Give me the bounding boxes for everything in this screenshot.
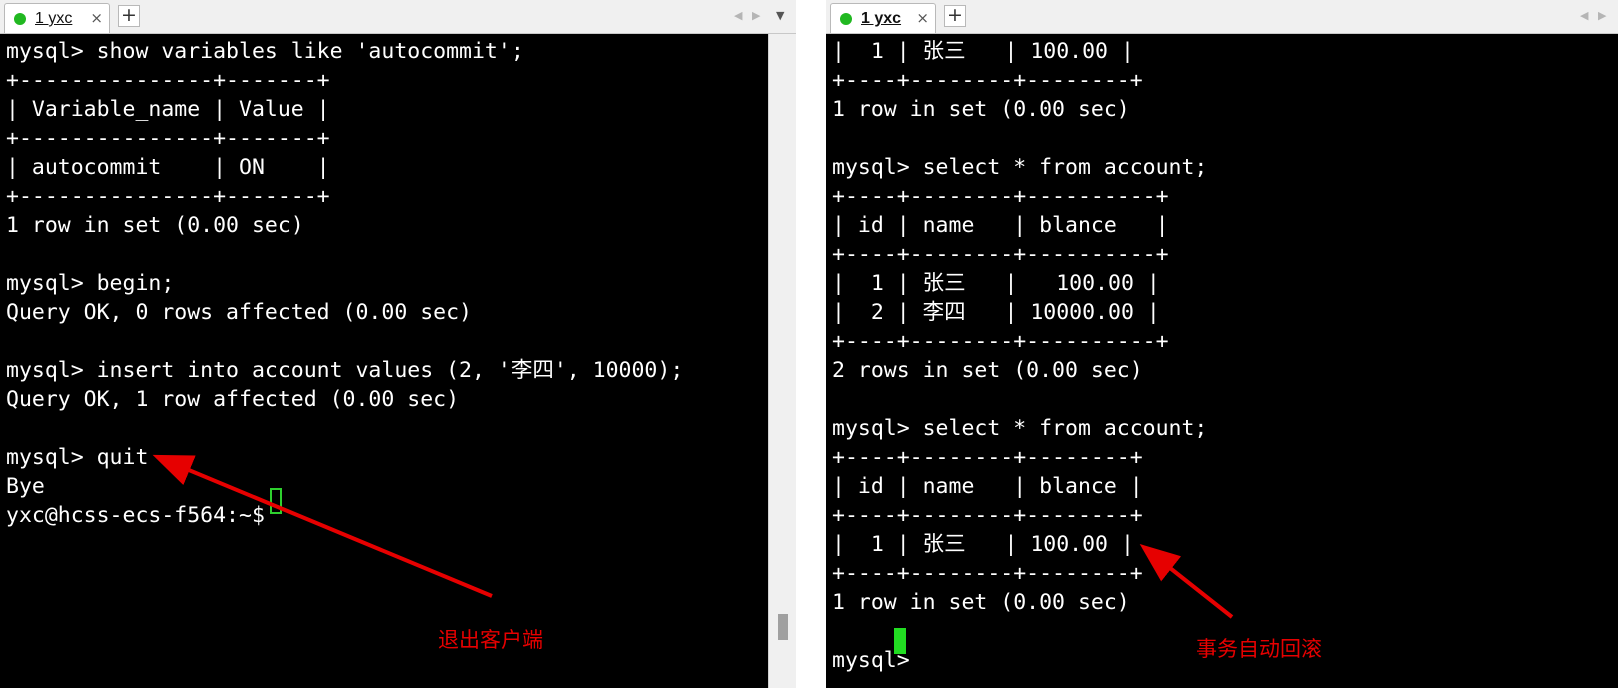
pane-divider [796,0,826,688]
close-tab-icon[interactable]: × [916,9,929,27]
terminal-line: mysql> quit [6,445,149,470]
close-tab-icon[interactable]: × [90,9,103,27]
terminal-line: +----+--------+--------+ [832,561,1143,586]
terminal-line: Query OK, 0 rows affected (0.00 sec) [6,300,472,325]
session-tab[interactable]: 1 yxc × [830,3,936,33]
terminal-line: mysql> [832,648,923,673]
terminal-line: 1 row in set (0.00 sec) [832,97,1130,122]
terminal-line: +----+--------+----------+ [832,184,1169,209]
terminal-line: mysql> show variables like 'autocommit'; [6,39,524,64]
terminal-line: +---------------+-------+ [6,68,330,93]
terminal-line: | 2 | 李四 | 10000.00 | [832,300,1160,325]
add-tab-button[interactable]: + [118,5,140,27]
terminal-line: 1 row in set (0.00 sec) [6,213,304,238]
left-terminal-window: 1 yxc × + ◀ ▶ ▼ mysql> show variables li… [0,0,796,688]
annotation-quit-client: 退出客户端 [438,628,543,652]
terminal-line: | id | name | blance | [832,474,1143,499]
terminal-line: | autocommit | ON | [6,155,330,180]
tab-bar: 1 yxc × + ◀ ▶ [826,0,1618,34]
scroll-tabs-left-icon[interactable]: ◀ [734,9,742,22]
terminal-line: mysql> insert into account values (2, '李… [6,358,684,383]
terminal-line: 2 rows in set (0.00 sec) [832,358,1143,383]
terminal-line: | 1 | 张三 | 100.00 | [832,39,1134,64]
session-tab[interactable]: 1 yxc × [4,3,110,33]
terminal-line: +----+--------+----------+ [832,329,1169,354]
terminal-line: 1 row in set (0.00 sec) [832,590,1130,615]
tab-list-dropdown-icon[interactable]: ▼ [776,9,784,22]
scrollbar-thumb[interactable] [778,614,788,640]
scroll-tabs-right-icon[interactable]: ▶ [1598,9,1606,22]
scroll-tabs-right-icon[interactable]: ▶ [752,9,760,22]
annotation-auto-rollback: 事务自动回滚 [1196,637,1322,661]
terminal-line: Bye [6,474,45,499]
terminal-line: yxc@hcss-ecs-f564:~$ [6,503,278,528]
scroll-tabs-left-icon[interactable]: ◀ [1580,9,1588,22]
terminal-output[interactable]: | 1 | 张三 | 100.00 | +----+--------+------… [826,34,1618,688]
terminal-line: | Variable_name | Value | [6,97,330,122]
terminal-line: +---------------+-------+ [6,184,330,209]
tab-bar: 1 yxc × + ◀ ▶ ▼ [0,0,796,34]
connected-status-icon [14,13,26,25]
session-tab-label: 1 yxc [35,10,73,27]
terminal-line: Query OK, 1 row affected (0.00 sec) [6,387,460,412]
add-tab-button[interactable]: + [944,5,966,27]
terminal-line: mysql> begin; [6,271,175,296]
terminal-line: +----+--------+--------+ [832,445,1143,470]
terminal-line: mysql> select * from account; [832,416,1208,441]
right-terminal-window: 1 yxc × + ◀ ▶ | 1 | 张三 | 100.00 | +----+-… [826,0,1618,688]
terminal-line: +----+--------+----------+ [832,242,1169,267]
connected-status-icon [840,13,852,25]
shell-cursor [270,488,282,514]
terminal-line: +----+--------+--------+ [832,68,1143,93]
session-tab-label: 1 yxc [861,10,902,27]
terminal-scrollbar[interactable] [768,34,796,688]
terminal-line: | id | name | blance | [832,213,1169,238]
terminal-line: +---------------+-------+ [6,126,330,151]
terminal-line: | 1 | 张三 | 100.00 | [832,532,1134,557]
mysql-cursor [894,628,906,654]
terminal-line: | 1 | 张三 | 100.00 | [832,271,1160,296]
terminal-output[interactable]: mysql> show variables like 'autocommit';… [0,34,796,688]
terminal-line: mysql> select * from account; [832,155,1208,180]
terminal-line: +----+--------+--------+ [832,503,1143,528]
